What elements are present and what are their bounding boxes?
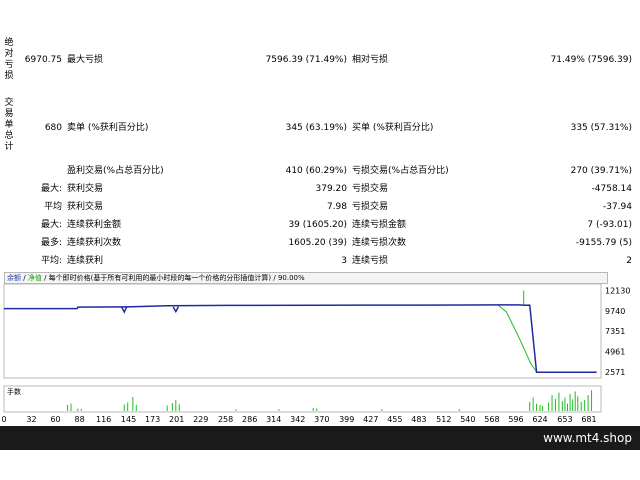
equity-legend: 净值 <box>27 274 42 282</box>
profit-trades-label: 盈利交易(%占总百分比) <box>67 166 164 176</box>
relative-drawdown-value: 71.49% (7596.39) <box>550 55 632 65</box>
x-tick-label: 201 <box>169 415 184 424</box>
x-tick-label: 116 <box>96 415 111 424</box>
balance-chart: 余额 / 净值 / 每个即时价格(基于所有可利用的最小时段的每一个价格的分形插值… <box>1 272 630 424</box>
side-char: 绝 <box>4 38 14 48</box>
short-positions-value: 345 (63.19%) <box>285 123 347 133</box>
max-drawdown-value: 7596.39 (71.49%) <box>265 55 347 65</box>
y-tick-label: 7351 <box>605 327 625 336</box>
x-tick-label: 32 <box>26 415 36 424</box>
row-left-label: 连续获利次数 <box>67 238 122 248</box>
row-right-label: 连续亏损金额 <box>352 220 407 230</box>
row-right-label: 连续亏损次数 <box>352 238 407 248</box>
x-tick-label: 88 <box>74 415 84 424</box>
loss-trades-label: 亏损交易(%占总百分比) <box>352 166 449 176</box>
x-tick-label: 286 <box>242 415 257 424</box>
side-char: 交 <box>4 98 14 108</box>
x-tick-label: 512 <box>436 415 451 424</box>
x-tick-label: 568 <box>484 415 499 424</box>
total-trades-side-label: 交 易 单 总 计 <box>2 98 16 153</box>
row-right-value: -37.94 <box>602 202 632 212</box>
row-left-value: 7.98 <box>326 202 347 212</box>
row-left-label: 连续获利金额 <box>67 220 122 230</box>
row-right-value: -9155.79 (5) <box>575 238 632 248</box>
row-left-label: 获利交易 <box>67 202 104 212</box>
x-tick-label: 0 <box>1 415 6 424</box>
row-right-value: -4758.14 <box>591 184 632 194</box>
lots-panel-label: 手数 <box>7 387 21 396</box>
x-tick-label: 455 <box>387 415 402 424</box>
side-char: 对 <box>4 49 14 59</box>
lots-panel <box>3 385 602 413</box>
x-tick-label: 540 <box>460 415 475 424</box>
row-prefix: 最大: <box>40 184 62 194</box>
model-description: 每个即时价格(基于所有可利用的最小时段的每一个价格的分形插值计算) <box>48 274 272 282</box>
row-left-label: 连续获利 <box>67 256 104 266</box>
short-positions-label: 卖单 (%获利百分比) <box>67 123 149 133</box>
profit-trades-value: 410 (60.29%) <box>285 166 347 176</box>
x-tick-label: 145 <box>121 415 136 424</box>
side-char: 易 <box>4 109 14 119</box>
side-char: 单 <box>4 120 14 130</box>
chart-svg: 12130 9740 7351 4961 2571 0 32 60 88 116 145 173 201… <box>1 283 630 424</box>
x-tick-label: 624 <box>532 415 547 424</box>
side-char: 总 <box>4 131 14 141</box>
y-tick-label: 9740 <box>605 307 625 316</box>
x-tick-label: 483 <box>411 415 426 424</box>
x-tick-label: 173 <box>145 415 160 424</box>
row-prefix: 最多: <box>40 238 62 248</box>
x-tick-label: 342 <box>290 415 305 424</box>
y-tick-label: 12130 <box>605 287 630 296</box>
row-prefix: 最大: <box>40 220 62 230</box>
row-left-value: 1605.20 (39) <box>288 238 347 248</box>
long-positions-label: 买单 (%获利百分比) <box>352 123 434 133</box>
y-tick-label: 2571 <box>605 368 625 377</box>
x-tick-label: 229 <box>193 415 208 424</box>
row-left-value: 3 <box>341 256 347 266</box>
bottom-bar: www.mt4.shop <box>0 426 640 450</box>
row-left-label: 获利交易 <box>67 184 104 194</box>
side-char: 计 <box>4 142 14 152</box>
x-tick-label: 60 <box>50 415 60 424</box>
row-right-value: 2 <box>626 256 632 266</box>
x-tick-label: 427 <box>363 415 378 424</box>
x-tick-label: 653 <box>557 415 572 424</box>
absolute-drawdown-side-label: 绝 对 亏 损 <box>2 38 16 82</box>
relative-drawdown-label: 相对亏损 <box>352 55 389 65</box>
chart-header: 余额 / 净值 / 每个即时价格(基于所有可利用的最小时段的每一个价格的分形插值… <box>4 272 608 284</box>
absolute-drawdown-value: 6970.75 <box>24 55 62 65</box>
report-summary: 绝 对 亏 损 交 易 单 总 计 6970.75 最大亏损 7596.39 (… <box>0 0 640 270</box>
modelling-quality: 90.00% <box>277 274 305 282</box>
x-tick-label: 596 <box>508 415 523 424</box>
x-tick-label: 314 <box>266 415 281 424</box>
balance-legend: 余额 <box>7 274 21 282</box>
long-positions-value: 335 (57.31%) <box>570 123 632 133</box>
x-tick-label: 681 <box>581 415 596 424</box>
row-left-value: 39 (1605.20) <box>288 220 347 230</box>
row-left-value: 379.20 <box>315 184 348 194</box>
row-right-label: 亏损交易 <box>352 184 389 194</box>
side-char: 亏 <box>4 60 14 70</box>
loss-trades-value: 270 (39.71%) <box>570 166 632 176</box>
x-tick-label: 258 <box>218 415 233 424</box>
row-right-label: 亏损交易 <box>352 202 389 212</box>
row-right-label: 连续亏损 <box>352 256 389 266</box>
row-right-value: 7 (-93.01) <box>587 220 632 230</box>
brand-watermark: www.mt4.shop <box>543 431 632 445</box>
x-tick-label: 370 <box>314 415 329 424</box>
y-tick-label: 4961 <box>605 348 625 357</box>
row-prefix: 平均 <box>43 202 62 212</box>
row-prefix: 平均: <box>40 256 62 266</box>
side-char: 损 <box>4 71 14 81</box>
max-drawdown-label: 最大亏损 <box>67 55 104 65</box>
x-tick-label: 399 <box>339 415 354 424</box>
price-panel <box>3 283 602 379</box>
total-trades-value: 680 <box>44 123 62 133</box>
